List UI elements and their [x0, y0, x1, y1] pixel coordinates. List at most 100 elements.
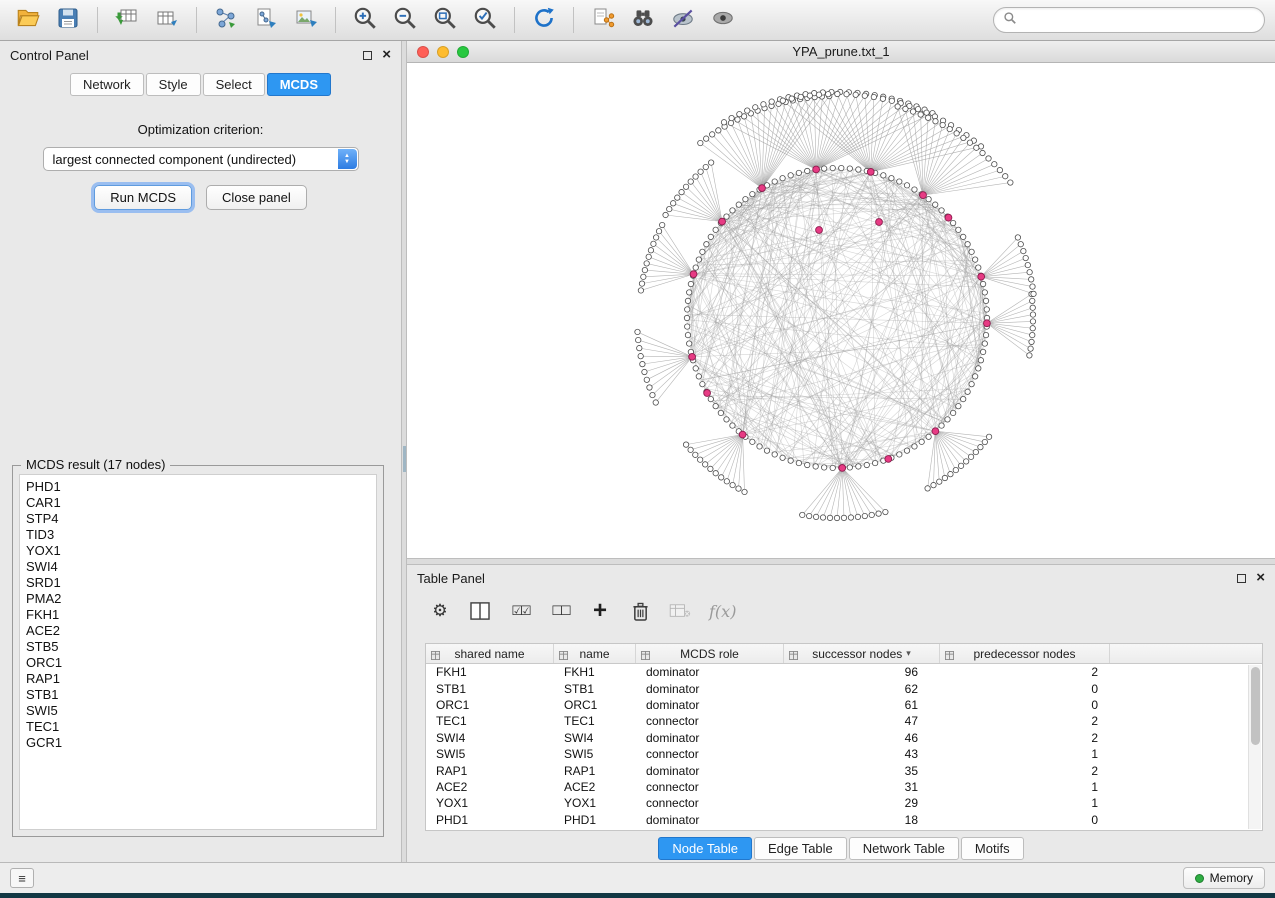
mcds-result-item[interactable]: SWI5	[26, 703, 376, 719]
mcds-result-item[interactable]: ORC1	[26, 655, 376, 671]
search-network-button[interactable]	[625, 4, 661, 36]
table-cell: PHD1	[426, 813, 554, 827]
delete-column-icon[interactable]	[629, 602, 651, 621]
close-window-button[interactable]	[417, 46, 429, 58]
column-label: shared name	[454, 647, 524, 661]
mcds-result-item[interactable]: STB1	[26, 687, 376, 703]
minimize-window-button[interactable]	[437, 46, 449, 58]
float-panel-icon[interactable]	[363, 51, 372, 60]
table-cell: connector	[636, 780, 784, 794]
zoom-fit-button[interactable]	[427, 4, 463, 36]
table-row[interactable]: PHD1PHD1dominator180	[426, 812, 1248, 828]
table-row[interactable]: ACE2ACE2connector311	[426, 779, 1248, 795]
column-header-mcds-role[interactable]: MCDS role	[636, 644, 784, 663]
tab-node-table[interactable]: Node Table	[658, 837, 752, 860]
float-table-panel-icon[interactable]	[1237, 574, 1246, 583]
task-history-icon[interactable]: ≡	[10, 868, 34, 888]
mcds-result-item[interactable]: PMA2	[26, 591, 376, 607]
zoom-in-button[interactable]	[347, 4, 383, 36]
mcds-result-list[interactable]: PHD1CAR1STP4TID3YOX1SWI4SRD1PMA2FKH1ACE2…	[19, 474, 377, 830]
share-document-button[interactable]	[585, 4, 621, 36]
show-columns-icon[interactable]	[469, 602, 491, 620]
table-row[interactable]: SWI5SWI5connector431	[426, 746, 1248, 762]
memory-button[interactable]: Memory	[1183, 867, 1265, 889]
deselect-all-columns-icon[interactable]: ☐☐	[549, 603, 571, 619]
tab-network[interactable]: Network	[70, 73, 144, 96]
optimization-criterion-label: Optimization criterion:	[0, 122, 401, 137]
table-row[interactable]: FKH1FKH1dominator962	[426, 664, 1248, 680]
optimization-criterion-dropdown[interactable]: largest connected component (undirected)…	[43, 147, 359, 171]
mcds-result-item[interactable]: CAR1	[26, 495, 376, 511]
import-network-icon	[214, 6, 238, 35]
run-mcds-button[interactable]: Run MCDS	[94, 185, 192, 210]
mcds-result-item[interactable]: RAP1	[26, 671, 376, 687]
show-details-button[interactable]	[705, 4, 741, 36]
table-cell: 31	[784, 780, 940, 794]
close-table-panel-icon[interactable]: ×	[1256, 573, 1265, 583]
mcds-result-item[interactable]: GCR1	[26, 735, 376, 751]
table-cell: 61	[784, 698, 940, 712]
table-row[interactable]: TEC1TEC1connector472	[426, 713, 1248, 729]
column-header-predecessor-nodes[interactable]: predecessor nodes	[940, 644, 1110, 663]
search-input[interactable]	[1023, 13, 1255, 28]
select-all-columns-icon[interactable]: ☑☑	[509, 603, 531, 619]
zoom-selected-button[interactable]	[467, 4, 503, 36]
mcds-result-item[interactable]: SWI4	[26, 559, 376, 575]
hide-details-button[interactable]	[665, 4, 701, 36]
export-table-button[interactable]	[149, 4, 185, 36]
table-row[interactable]: SWI4SWI4dominator462	[426, 730, 1248, 746]
import-network-button[interactable]	[208, 4, 244, 36]
tab-mcds[interactable]: MCDS	[267, 73, 331, 96]
import-network-file-button[interactable]	[248, 4, 284, 36]
tab-motifs[interactable]: Motifs	[961, 837, 1024, 860]
table-row[interactable]: ORC1ORC1dominator610	[426, 697, 1248, 713]
table-cell: SWI4	[554, 731, 636, 745]
mcds-result-item[interactable]: TEC1	[26, 719, 376, 735]
column-header-successor-nodes[interactable]: successor nodes ▾	[784, 644, 940, 663]
save-session-button[interactable]	[50, 4, 86, 36]
table-row[interactable]: YOX1YOX1connector291	[426, 795, 1248, 811]
close-panel-button[interactable]: Close panel	[206, 185, 307, 210]
refresh-view-button[interactable]	[526, 4, 562, 36]
close-panel-icon[interactable]: ×	[382, 50, 391, 60]
export-image-button[interactable]	[288, 4, 324, 36]
delete-table-icon	[669, 603, 691, 619]
mcds-result-item[interactable]: STB5	[26, 639, 376, 655]
tab-select[interactable]: Select	[203, 73, 265, 96]
zoom-out-button[interactable]	[387, 4, 423, 36]
network-graph[interactable]	[407, 63, 1275, 558]
horizontal-splitter[interactable]	[407, 558, 1275, 565]
table-cell: 96	[784, 665, 940, 679]
mcds-result-groupbox: MCDS result (17 nodes) PHD1CAR1STP4TID3Y…	[12, 465, 384, 837]
table-cell: SWI5	[426, 747, 554, 761]
import-table-button[interactable]	[109, 4, 145, 36]
table-cell: STB1	[554, 682, 636, 696]
mcds-result-item[interactable]: SRD1	[26, 575, 376, 591]
sort-chevron-icon: ▾	[906, 648, 911, 659]
table-scrollbar[interactable]	[1248, 665, 1261, 829]
add-column-icon[interactable]: +	[589, 602, 611, 620]
table-cell: 47	[784, 714, 940, 728]
scrollbar-thumb[interactable]	[1251, 667, 1260, 745]
mcds-result-item[interactable]: PHD1	[26, 479, 376, 495]
open-session-button[interactable]	[10, 4, 46, 36]
table-settings-gear-icon[interactable]: ⚙	[429, 601, 451, 621]
mcds-result-item[interactable]: FKH1	[26, 607, 376, 623]
tab-edge-table[interactable]: Edge Table	[754, 837, 847, 860]
mcds-result-item[interactable]: YOX1	[26, 543, 376, 559]
table-row[interactable]: RAP1RAP1dominator352	[426, 762, 1248, 778]
table-cell: 46	[784, 731, 940, 745]
mcds-result-item[interactable]: TID3	[26, 527, 376, 543]
table-row[interactable]: STB1STB1dominator620	[426, 680, 1248, 696]
table-cell: 0	[940, 698, 1110, 712]
network-canvas[interactable]	[407, 63, 1275, 558]
tab-style[interactable]: Style	[146, 73, 201, 96]
splitter-handle[interactable]	[403, 446, 406, 472]
mcds-result-item[interactable]: STP4	[26, 511, 376, 527]
table-cell: TEC1	[554, 714, 636, 728]
column-header-shared-name[interactable]: shared name	[426, 644, 554, 663]
tab-network-table[interactable]: Network Table	[849, 837, 959, 860]
column-header-name[interactable]: name	[554, 644, 636, 663]
mcds-result-item[interactable]: ACE2	[26, 623, 376, 639]
maximize-window-button[interactable]	[457, 46, 469, 58]
